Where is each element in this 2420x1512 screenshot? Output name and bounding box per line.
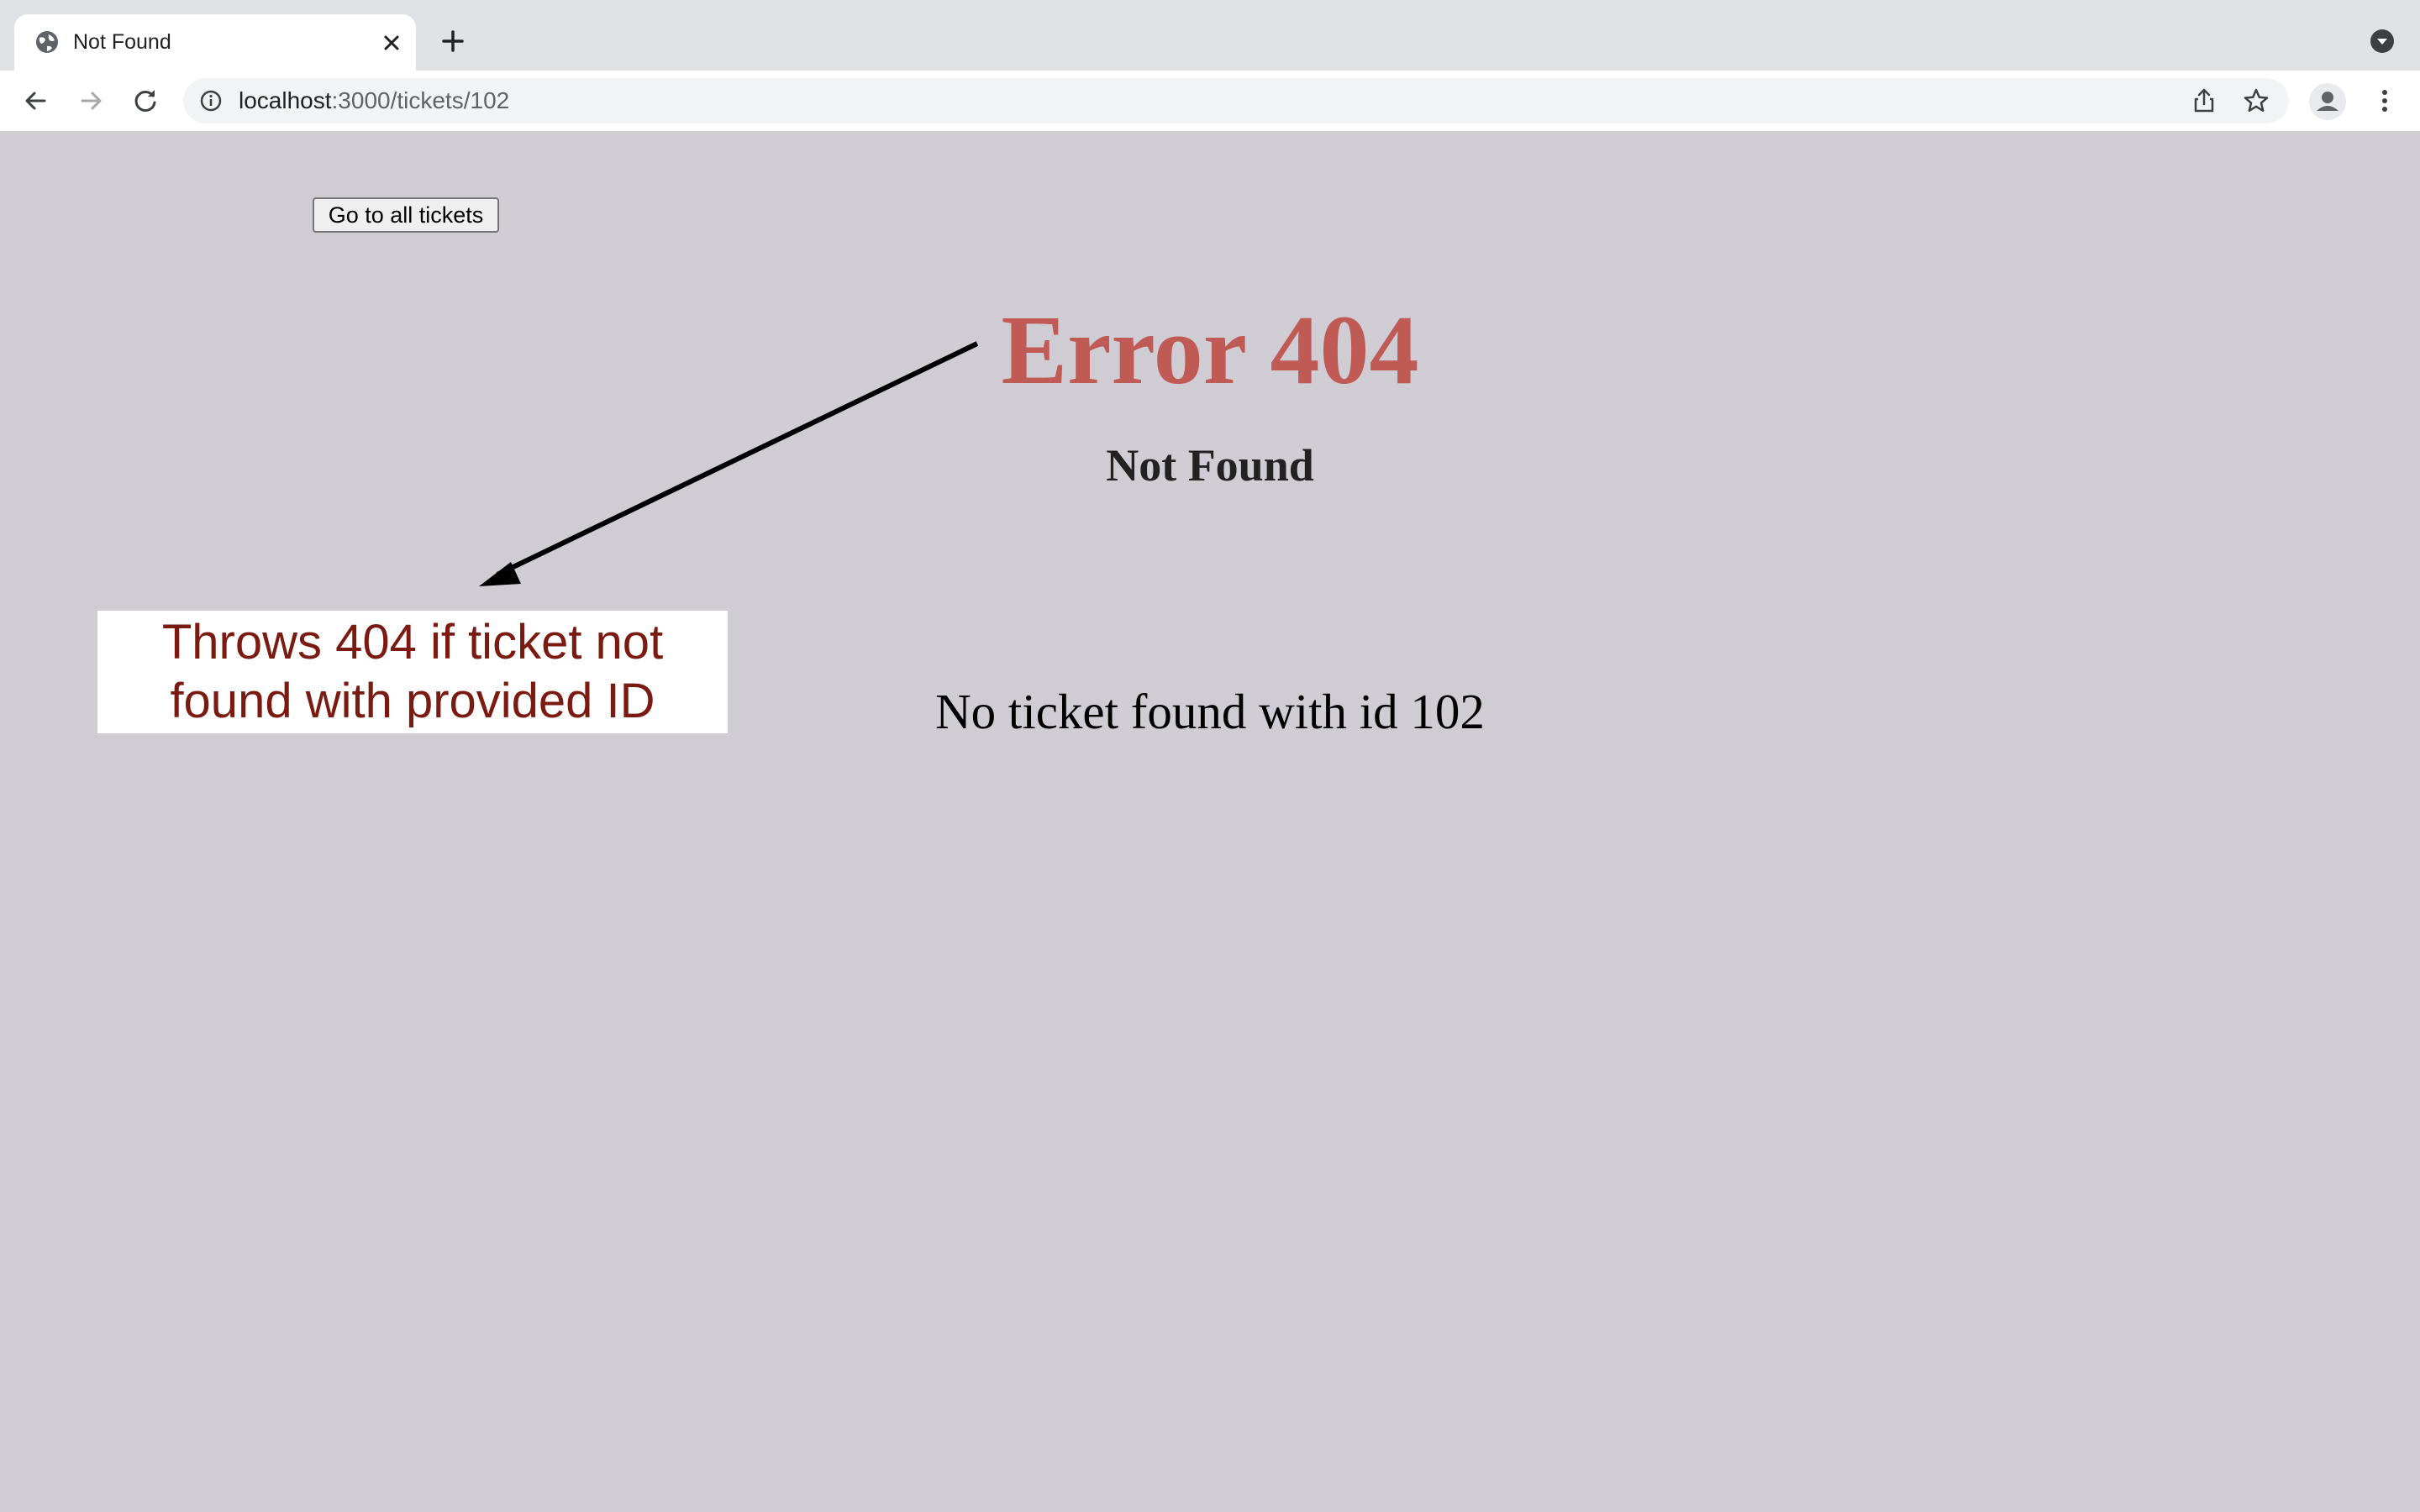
info-icon[interactable] [198,88,224,113]
toolbar: localhost:3000/tickets/102 [0,71,2420,132]
close-icon[interactable] [377,29,406,57]
annotation-callout: Throws 404 if ticket not found with prov… [97,611,728,733]
page-content: Go to all tickets Error 404 Not Found No… [0,132,2420,1512]
profile-button[interactable] [2309,83,2346,120]
plus-icon[interactable] [437,25,469,57]
arrow-left-icon[interactable] [21,86,51,116]
kebab-menu-icon[interactable] [2370,86,2400,116]
error-title: Error 404 [1001,295,1419,405]
tab-title: Not Found [73,30,171,54]
go-to-all-tickets-button[interactable]: Go to all tickets [313,197,499,233]
star-icon[interactable] [2242,87,2270,115]
person-icon [2317,92,2338,111]
tab-strip: Not Found [0,0,2420,71]
url-host: localhost [239,87,332,113]
reload-icon[interactable] [130,86,160,116]
share-icon[interactable] [2190,87,2218,115]
annotation-text: Throws 404 if ticket not found with prov… [161,615,664,728]
chevron-down-circle-icon[interactable] [2368,27,2396,55]
arrow-right-icon[interactable] [76,86,106,116]
error-subtitle: Not Found [1106,440,1314,491]
globe-icon [36,31,58,53]
address-bar[interactable]: localhost:3000/tickets/102 [183,78,2289,123]
browser-window: Not Found localhost:3000/tickets/102 Go … [0,0,2420,1512]
url-path: :3000/tickets/102 [331,87,510,113]
url-text: localhost:3000/tickets/102 [239,78,509,123]
error-message: No ticket found with id 102 [935,684,1485,739]
tab-not-found[interactable]: Not Found [14,14,416,71]
